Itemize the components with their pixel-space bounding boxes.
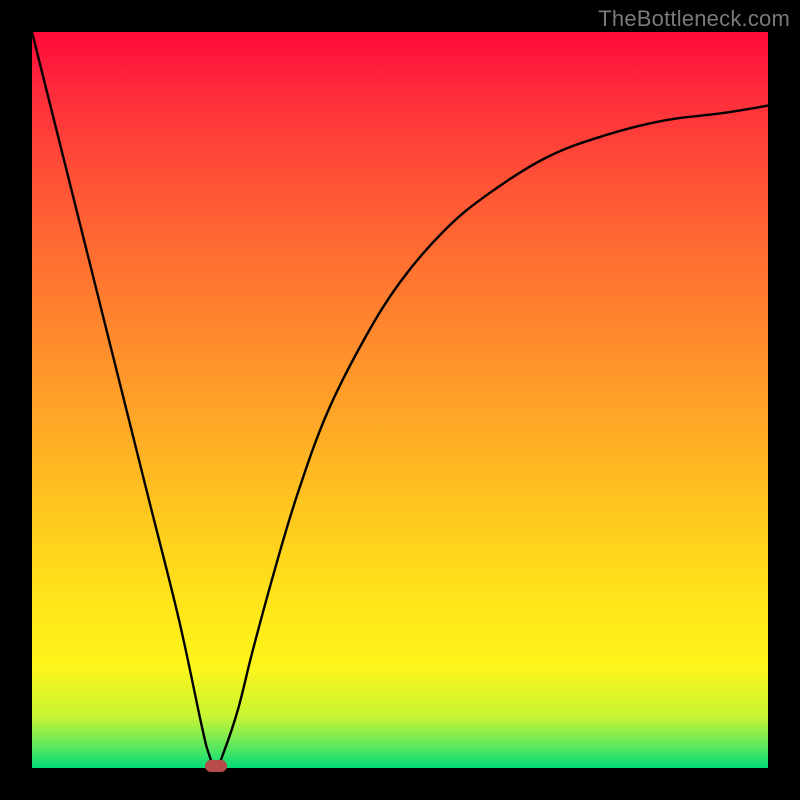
chart-frame: TheBottleneck.com [0,0,800,800]
plot-area [32,32,768,768]
minimum-marker [205,760,227,772]
bottleneck-curve [32,32,768,768]
watermark-text: TheBottleneck.com [598,6,790,32]
